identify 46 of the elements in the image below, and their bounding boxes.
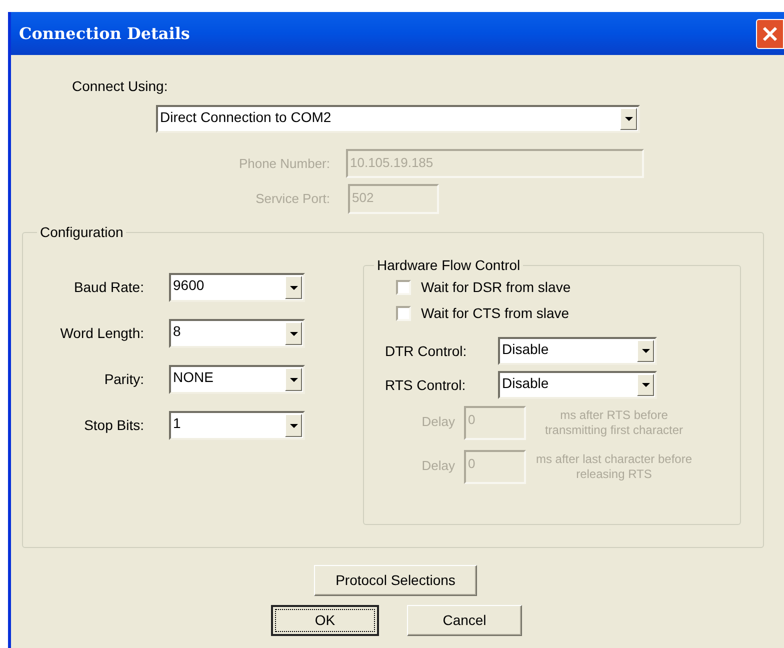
field-label: DTR Control: — [385, 342, 468, 360]
field-label: RTS Control: — [385, 376, 467, 394]
field-label: Delay — [420, 413, 455, 431]
field-label: Word Length: — [59, 324, 144, 343]
dropdown-field[interactable]: NONE — [169, 365, 305, 394]
checkbox-label: Wait for DSR from slave — [421, 278, 571, 296]
dropdown-arrow-button[interactable] — [285, 322, 302, 345]
dropdown-field[interactable]: 9600 — [169, 273, 305, 302]
caret-down-icon — [290, 286, 298, 290]
caret-down-icon — [290, 424, 298, 428]
checkbox[interactable] — [396, 280, 411, 294]
caret-down-icon — [290, 378, 298, 382]
checkbox-label: Wait for CTS from slave — [421, 304, 570, 322]
dropdown-field[interactable]: Direct Connection to COM2 — [156, 105, 640, 133]
field-label: Baud Rate: — [72, 278, 144, 297]
field-note: ms after last character before releasing RTS — [535, 451, 693, 482]
checkbox[interactable] — [396, 306, 411, 320]
dropdown-field[interactable]: Disable — [498, 371, 657, 399]
dropdown-arrow-button[interactable] — [620, 108, 637, 130]
field-label: Connect Using: — [72, 77, 169, 96]
dropdown-field[interactable]: 8 — [169, 319, 305, 348]
close-icon — [762, 26, 778, 42]
caret-down-icon — [290, 332, 298, 336]
dropdown-field[interactable]: Disable — [498, 337, 657, 365]
field-label: Parity: — [103, 370, 144, 389]
dialog-button[interactable]: Protocol Selections — [314, 565, 477, 596]
field-note: ms after RTS before transmitting first character — [544, 407, 684, 438]
dialog-button[interactable]: OK — [271, 605, 379, 636]
caret-down-icon — [624, 117, 632, 121]
field-label: Delay — [420, 457, 455, 475]
group-title: Configuration — [39, 223, 124, 242]
close-button[interactable] — [756, 18, 784, 48]
caret-down-icon — [642, 349, 650, 353]
dropdown-arrow-button[interactable] — [637, 374, 654, 396]
caret-down-icon — [642, 383, 650, 387]
dropdown-arrow-button[interactable] — [285, 368, 302, 391]
dropdown-arrow-button[interactable] — [285, 276, 302, 299]
dropdown-field[interactable]: 1 — [169, 411, 305, 440]
dropdown-arrow-button[interactable] — [285, 414, 302, 437]
field-label: Phone Number: — [238, 154, 330, 173]
field-label: Stop Bits: — [83, 416, 144, 435]
dropdown-arrow-button[interactable] — [637, 340, 654, 362]
dialog-button[interactable]: Cancel — [407, 605, 522, 636]
group-title: Hardware Flow Control — [376, 256, 522, 275]
window-title: Connection Details — [19, 22, 190, 44]
field-label: Service Port: — [254, 190, 330, 208]
